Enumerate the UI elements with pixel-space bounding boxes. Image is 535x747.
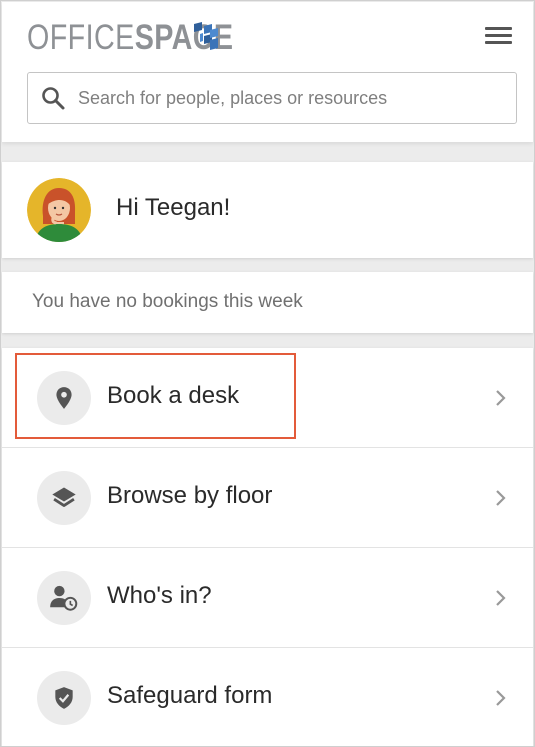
search-input[interactable] bbox=[78, 73, 516, 123]
search-box[interactable] bbox=[27, 72, 517, 124]
officespace-logo[interactable]: OFFICESPACE bbox=[27, 18, 279, 58]
menu-item-label: Book a desk bbox=[107, 382, 240, 409]
bookings-status-text: You have no bookings this week bbox=[32, 291, 303, 312]
app-frame: OFFICESPACE Search for people, places or… bbox=[0, 0, 535, 747]
menu-item-icon-circle bbox=[37, 371, 91, 425]
menu-item-icon-circle bbox=[37, 471, 91, 525]
main-menu-list: Book a desk Browse by floor Who's in? Sa… bbox=[2, 348, 533, 746]
chevron-right-icon bbox=[496, 390, 506, 406]
app-header: OFFICESPACE bbox=[2, 2, 533, 142]
avatar-illustration bbox=[27, 178, 91, 242]
bookings-card: You have no bookings this week bbox=[2, 272, 533, 333]
menu-item-whos-in[interactable]: Who's in? bbox=[2, 548, 533, 648]
menu-item-label: Safeguard form bbox=[107, 682, 273, 709]
location-pin-icon bbox=[56, 387, 72, 409]
greeting-text: Hi Teegan! bbox=[116, 194, 231, 221]
menu-item-label: Browse by floor bbox=[107, 482, 273, 509]
chevron-right-icon bbox=[496, 490, 506, 506]
hamburger-menu-icon bbox=[485, 27, 512, 44]
shield-check-icon bbox=[55, 687, 73, 709]
search-icon bbox=[42, 87, 65, 110]
menu-item-book-desk[interactable]: Book a desk bbox=[2, 348, 533, 448]
avatar[interactable] bbox=[27, 178, 91, 242]
layers-icon bbox=[52, 487, 76, 507]
menu-item-icon-circle bbox=[37, 571, 91, 625]
chevron-right-icon bbox=[496, 690, 506, 706]
menu-item-browse-floor[interactable]: Browse by floor bbox=[2, 448, 533, 548]
menu-item-label: Who's in? bbox=[107, 582, 212, 609]
menu-item-safeguard-form[interactable]: Safeguard form bbox=[2, 648, 533, 746]
hamburger-menu-button[interactable] bbox=[480, 22, 516, 50]
logo-cube-icon bbox=[194, 22, 218, 50]
logo-text-office: OFFICE bbox=[27, 18, 135, 57]
greeting-card: Hi Teegan! bbox=[2, 162, 533, 258]
person-clock-icon bbox=[50, 585, 78, 611]
chevron-right-icon bbox=[496, 590, 506, 606]
menu-item-icon-circle bbox=[37, 671, 91, 725]
